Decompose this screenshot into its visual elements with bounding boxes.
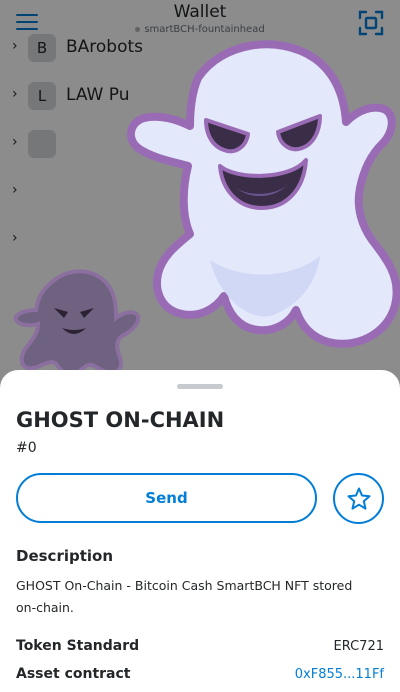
asset-contract-label: Asset contract xyxy=(16,666,131,682)
description-heading: Description xyxy=(16,547,114,565)
token-standard-value: ERC721 xyxy=(333,639,385,654)
favorite-button[interactable] xyxy=(333,473,384,524)
asset-contract-link[interactable]: 0xF855...11Ff xyxy=(295,667,384,682)
description-text: GHOST On-Chain - Bitcoin Cash SmartBCH N… xyxy=(16,578,353,615)
sheet-drag-handle[interactable] xyxy=(177,384,223,389)
star-icon xyxy=(347,487,371,510)
send-button[interactable]: Send xyxy=(16,473,317,523)
nft-token-id: #0 xyxy=(16,440,37,456)
nft-detail-sheet: GHOST ON-CHAIN #0 Send Description GHOST… xyxy=(0,370,400,692)
token-standard-label: Token Standard xyxy=(16,638,140,654)
nft-name: GHOST ON-CHAIN xyxy=(16,408,225,432)
nft-image xyxy=(126,40,400,348)
